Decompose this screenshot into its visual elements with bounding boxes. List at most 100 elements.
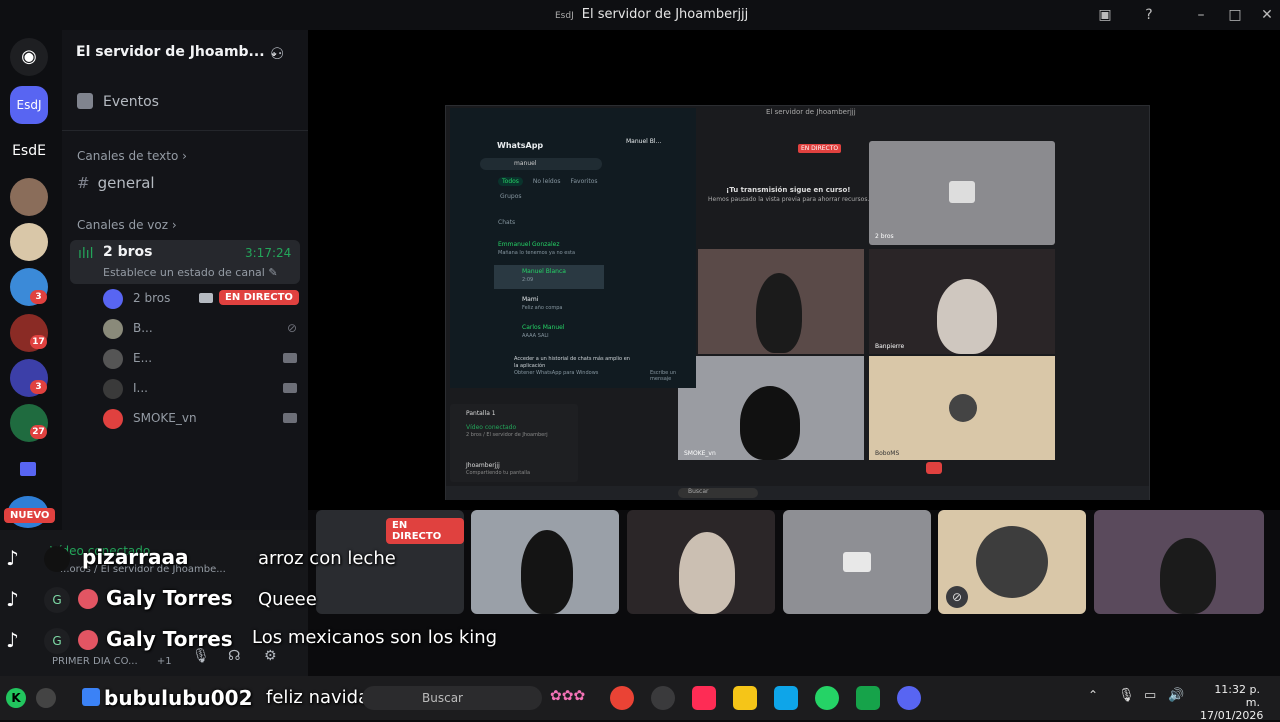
events-link[interactable]: Eventos bbox=[103, 94, 159, 110]
inner-notice-title: ¡Tu transmisión sigue en curso! bbox=[726, 186, 851, 194]
chat-text: Queee bbox=[258, 589, 317, 610]
server-icon[interactable] bbox=[10, 178, 48, 216]
folder-icon[interactable] bbox=[20, 462, 36, 476]
person-silhouette bbox=[740, 386, 800, 460]
avatar bbox=[103, 319, 123, 339]
inner-taskbar: Buscar bbox=[446, 486, 1149, 500]
voice-user[interactable]: B... ⊘ bbox=[103, 318, 303, 340]
tile-camera[interactable] bbox=[627, 510, 775, 614]
video-icon bbox=[949, 181, 975, 203]
chrome-icon[interactable] bbox=[610, 686, 634, 710]
camera-icon bbox=[199, 293, 213, 303]
inner-notice-body: Hemos pausado la vista previa para ahorr… bbox=[708, 196, 870, 203]
whatsapp-filters: Todos No leídos Favoritos bbox=[498, 177, 598, 186]
taskbar-search[interactable]: Buscar bbox=[362, 686, 542, 710]
chat-text: Los mexicanos son los king bbox=[252, 627, 498, 648]
channel-status[interactable]: Establece un estado de canal ✎ bbox=[103, 266, 278, 279]
inner-camera-tile: BoboMS bbox=[869, 356, 1055, 460]
chat-preview: AAAA SALI bbox=[522, 333, 549, 339]
gifter-badge-icon bbox=[78, 630, 98, 650]
voice-category[interactable]: Canales de voz › bbox=[77, 218, 177, 232]
tile-camera-off[interactable] bbox=[783, 510, 931, 614]
gifter-badge-icon bbox=[78, 589, 98, 609]
voice-user[interactable]: I... bbox=[103, 378, 303, 400]
inner-name: SMOKE_vn bbox=[684, 450, 716, 457]
inner-tile: 2 bros bbox=[869, 141, 1055, 245]
filter-groups: Grupos bbox=[500, 193, 522, 200]
person-silhouette bbox=[1160, 538, 1216, 614]
steam-icon[interactable] bbox=[651, 686, 675, 710]
inner-name: Banpierre bbox=[875, 343, 905, 350]
volume-icon[interactable]: 🔊 bbox=[1168, 688, 1184, 703]
tiktok-icon: ♪ bbox=[6, 628, 19, 652]
tiktok-icon[interactable] bbox=[692, 686, 716, 710]
text-category[interactable]: Canales de texto › bbox=[77, 149, 187, 163]
tiktok-icon: ♪ bbox=[6, 587, 19, 611]
tiktok-icon: ♪ bbox=[6, 546, 19, 570]
voice-user[interactable]: SMOKE_vn bbox=[103, 408, 303, 430]
new-badge: NUEVO bbox=[4, 508, 56, 523]
avatar bbox=[103, 379, 123, 399]
mic-muted-icon: ⊘ bbox=[286, 321, 297, 335]
mic-muted-icon: ⊘ bbox=[946, 586, 968, 608]
camera-icon bbox=[283, 413, 297, 423]
avatar: G bbox=[44, 628, 70, 654]
filter-all: Todos bbox=[498, 177, 523, 186]
person-silhouette bbox=[521, 530, 573, 614]
chat-item: Carlos Manuel AAAA SALI bbox=[522, 324, 565, 339]
help-icon[interactable]: ? bbox=[1138, 4, 1160, 26]
tile-avatar[interactable]: ⊘ bbox=[938, 510, 1086, 614]
close-icon[interactable]: ✕ bbox=[1256, 4, 1278, 26]
mic-icon[interactable]: 🎙 bbox=[1118, 688, 1135, 703]
person-silhouette bbox=[756, 273, 802, 353]
chevron-up-icon[interactable]: ⌃ bbox=[1088, 688, 1098, 702]
voice-category-label: Canales de voz bbox=[77, 218, 169, 232]
discord-home-icon[interactable]: ◉ bbox=[10, 38, 48, 76]
widget-icon[interactable] bbox=[82, 688, 100, 706]
folder-icon[interactable] bbox=[733, 686, 757, 710]
person-silhouette bbox=[679, 532, 735, 614]
server-icon[interactable] bbox=[10, 223, 48, 261]
promo-sub: Obtener WhatsApp para Windows bbox=[514, 370, 599, 376]
avatar bbox=[103, 349, 123, 369]
channel-general[interactable]: # general bbox=[77, 174, 155, 192]
server-name[interactable]: El servidor de Jhoamb... ⌄ bbox=[76, 44, 279, 60]
whatsapp-promo: Acceder a un historial de chats más ampl… bbox=[514, 356, 632, 377]
channel-general-label: general bbox=[97, 174, 155, 192]
unread-badge: 3 bbox=[30, 380, 47, 394]
network-icon[interactable]: ▭ bbox=[1144, 688, 1156, 703]
camera-icon bbox=[283, 383, 297, 393]
voice-channel-2bros[interactable]: ılıl 2 bros 3:17:24 Establece un estado … bbox=[70, 240, 300, 284]
server-esdj[interactable]: EsdJ bbox=[10, 86, 48, 124]
clock-date: 17/01/2026 bbox=[1200, 709, 1264, 722]
calendar-icon bbox=[77, 93, 93, 109]
avatar bbox=[103, 289, 123, 309]
server-rail: ◉ EsdJ EsdE 3 17 3 27 NUEVO bbox=[0, 30, 62, 530]
app-icon[interactable] bbox=[856, 686, 880, 710]
whatsapp-search: manuel bbox=[480, 158, 602, 170]
avatar bbox=[976, 526, 1048, 598]
hash-icon: # bbox=[77, 174, 90, 192]
whatsapp-icon[interactable] bbox=[815, 686, 839, 710]
kick-icon[interactable]: K bbox=[6, 688, 26, 708]
tile-camera[interactable] bbox=[1094, 510, 1264, 614]
voice-user[interactable]: E... bbox=[103, 348, 303, 370]
filter-unread: No leídos bbox=[532, 178, 561, 185]
chat-text: arroz con leche bbox=[258, 548, 396, 569]
clock[interactable]: 11:32 p. m. 17/01/2026 bbox=[1200, 683, 1264, 722]
chat-name: Emmanuel Gonzalez bbox=[498, 241, 560, 248]
store-icon[interactable] bbox=[774, 686, 798, 710]
server-esde[interactable]: EsdE bbox=[10, 132, 48, 170]
end-call-icon bbox=[926, 462, 942, 474]
voice-user[interactable]: 2 bros EN DIRECTO bbox=[103, 288, 303, 310]
discord-icon[interactable] bbox=[897, 686, 921, 710]
inbox-icon[interactable]: ▣ bbox=[1094, 4, 1116, 26]
panel-user-sub: Compartiendo tu pantalla bbox=[466, 470, 531, 476]
inner-search: Buscar bbox=[678, 488, 758, 498]
chat-item: Manuel Blanca 2:09 bbox=[522, 268, 566, 283]
chat-username: Galy Torres bbox=[106, 627, 233, 651]
add-user-icon[interactable]: ⚇ bbox=[270, 44, 284, 63]
minimize-icon[interactable]: – bbox=[1190, 4, 1212, 26]
maximize-icon[interactable]: □ bbox=[1224, 4, 1246, 26]
compose-placeholder: Escribe un mensaje bbox=[650, 370, 677, 382]
